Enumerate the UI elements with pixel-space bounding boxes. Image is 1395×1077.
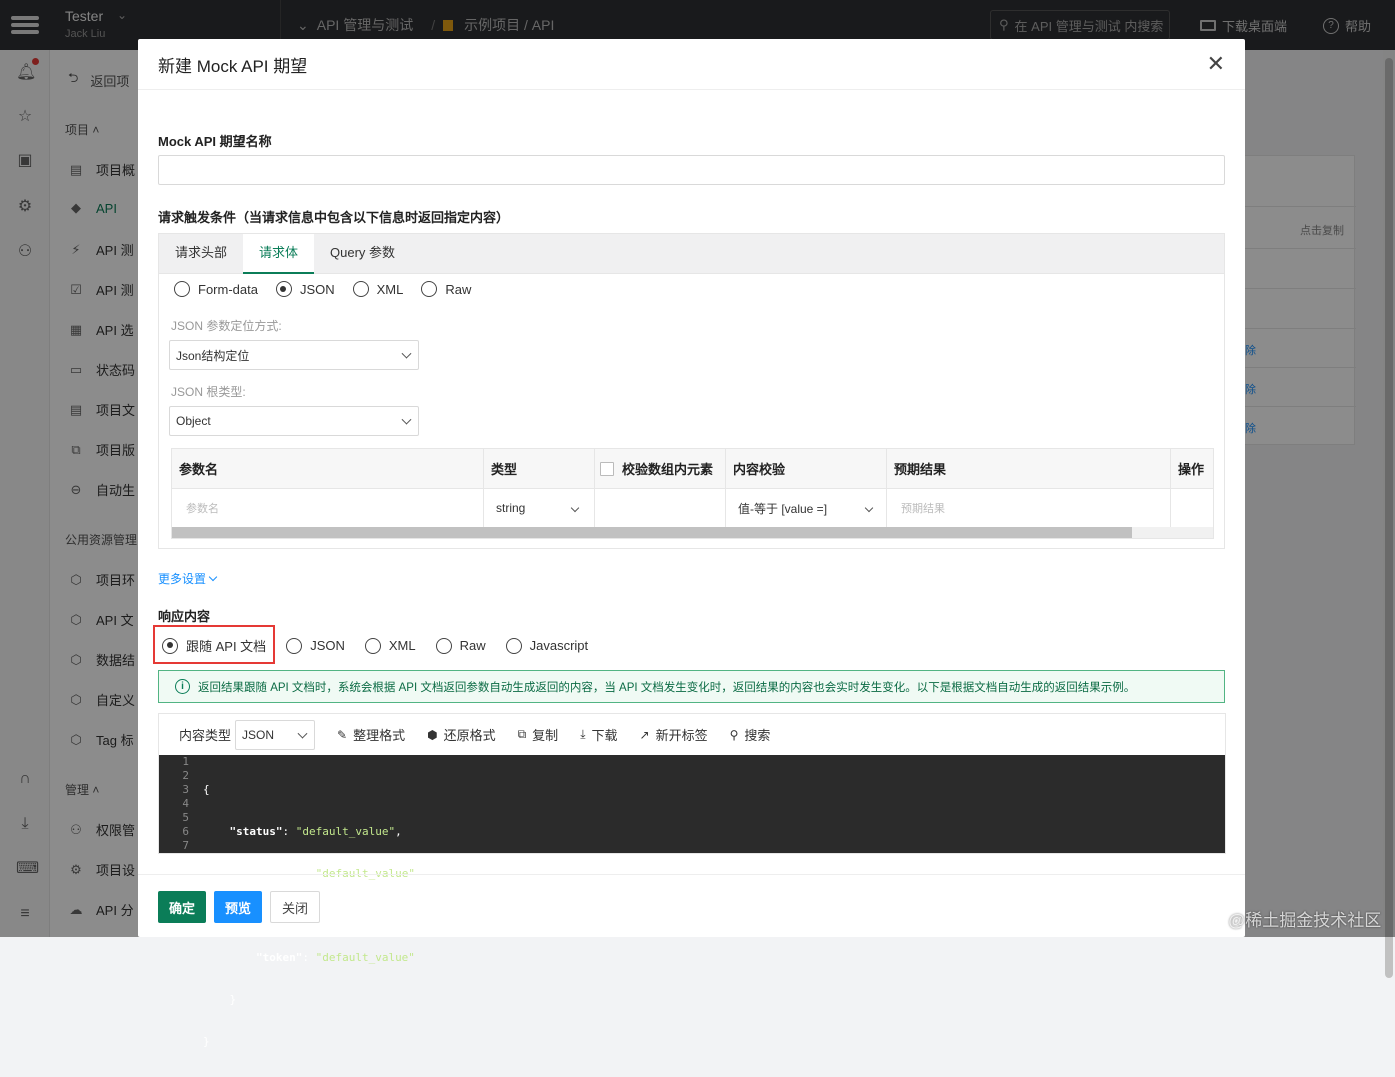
response-type-radios: 跟随 API 文档 JSON XML Raw Javascript [162, 636, 588, 655]
dialog-title: 新建 Mock API 期望 [138, 39, 1245, 90]
search-icon: ⚲ [729, 727, 739, 742]
chevron-down-icon [208, 572, 218, 582]
format-button[interactable]: ✎ 整理格式 [337, 725, 405, 744]
radio-circle [352, 281, 369, 297]
table-scroll-thumb[interactable] [172, 527, 1132, 538]
content-type-select[interactable]: JSON [235, 719, 316, 750]
download-icon: ⤓ [580, 727, 586, 741]
param-check-array-cell [595, 489, 726, 527]
param-type-select[interactable]: string [484, 489, 595, 527]
radio-circle [421, 281, 438, 297]
info-notice: i 返回结果跟随 API 文档时，系统会根据 API 文档返回参数自动生成返回的… [158, 670, 1225, 703]
json-locate-select[interactable]: Json结构定位 [169, 340, 419, 370]
col-header-expected: 预期结果 [887, 449, 1171, 489]
name-label: Mock API 期望名称 [158, 134, 272, 149]
cube-icon: ⬢ [427, 727, 438, 742]
close-icon[interactable]: ✕ [1207, 53, 1225, 75]
radio-form-data[interactable]: Form-data [174, 281, 258, 297]
radio-javascript[interactable]: Javascript [505, 637, 588, 654]
confirm-button[interactable]: 确定 [158, 891, 206, 923]
col-header-check-array: 校验数组内元素 [595, 449, 726, 489]
body-type-radios: Form-data JSON XML Raw [174, 281, 471, 297]
radio-circle [435, 637, 452, 654]
tab-body[interactable]: 请求体 [243, 234, 315, 274]
json-locate-label: JSON 参数定位方式: [171, 319, 282, 333]
chevron-down-icon [297, 728, 308, 739]
more-settings-link[interactable]: 更多设置 [158, 570, 218, 587]
info-icon: i [175, 679, 190, 694]
dialog-footer: 确定 预览 关闭 [138, 874, 1245, 937]
col-header-type: 类型 [484, 449, 595, 489]
close-button[interactable]: 关闭 [270, 891, 320, 923]
content-type-group: 内容类型 JSON [179, 719, 316, 750]
json-root-label: JSON 根类型: [171, 385, 246, 399]
copy-icon: ⧉ [517, 727, 527, 741]
radio-circle [364, 637, 381, 654]
content-check-select[interactable]: 值-等于 [value =] [726, 489, 887, 527]
trigger-label: 请求触发条件（当请求信息中包含以下信息时返回指定内容） [158, 210, 510, 225]
restore-format-button[interactable]: ⬢ 还原格式 [427, 725, 496, 744]
col-header-name: 参数名 [172, 449, 484, 489]
expected-result-input[interactable]: 预期结果 [887, 489, 1171, 527]
radio-circle [505, 637, 522, 654]
open-new-tab-button[interactable]: ↗ 新开标签 [640, 725, 708, 744]
param-action-cell [1171, 489, 1213, 527]
code-editor[interactable]: 1 2 3 4 5 6 7 { "status": "default_value… [159, 755, 1225, 1048]
chevron-down-icon [570, 503, 580, 513]
chevron-down-icon [401, 414, 412, 425]
download-button[interactable]: ⤓ 下载 [580, 725, 617, 744]
chevron-down-icon [401, 348, 412, 359]
col-header-content-check: 内容校验 [726, 449, 887, 489]
radio-follow-api-doc[interactable]: 跟随 API 文档 [162, 636, 266, 655]
col-header-action: 操作 [1171, 449, 1213, 489]
mock-expectation-dialog: 新建 Mock API 期望 ✕ Mock API 期望名称 请求触发条件（当请… [138, 39, 1245, 1048]
preview-button[interactable]: 预览 [214, 891, 262, 923]
line-gutter: 1 2 3 4 5 6 7 [159, 755, 201, 853]
search-button[interactable]: ⚲ 搜索 [730, 725, 771, 744]
response-label: 响应内容 [158, 609, 211, 624]
tab-headers[interactable]: 请求头部 [159, 234, 243, 273]
radio-circle [286, 637, 303, 654]
json-root-select[interactable]: Object [169, 406, 419, 436]
radio-xml[interactable]: XML [352, 281, 403, 297]
copy-button[interactable]: ⧉ 复制 [518, 725, 559, 744]
params-table: 参数名 类型 校验数组内元素 内容校验 预期结果 操作 参数名 string 值… [171, 448, 1214, 539]
radio-circle [174, 281, 190, 297]
radio-json[interactable]: JSON [275, 281, 335, 297]
radio-circle-checked [275, 281, 292, 297]
response-editor: 内容类型 JSON ✎ 整理格式 ⬢ 还原格式 ⧉ 复制 ⤓ 下载 ↗ 新开标签 ⚲ 搜索 … [158, 713, 1226, 1048]
param-name-input[interactable]: 参数名 [172, 489, 484, 527]
editor-toolbar: 内容类型 JSON ✎ 整理格式 ⬢ 还原格式 ⧉ 复制 ⤓ 下载 ↗ 新开标签 ⚲ 搜索 [159, 714, 1225, 755]
tab-bar: 请求头部 请求体 Query 参数 [159, 234, 1224, 274]
radio-xml[interactable]: XML [364, 637, 416, 654]
radio-json[interactable]: JSON [286, 637, 345, 654]
radio-raw[interactable]: Raw [435, 637, 486, 654]
brush-icon: ✎ [337, 727, 348, 742]
watermark: @稀土掘金技术社区 [1228, 911, 1382, 930]
check-array-checkbox[interactable] [600, 461, 614, 476]
chevron-down-icon [864, 503, 874, 513]
info-text: 返回结果跟随 API 文档时，系统会根据 API 文档返回参数自动生成返回的内容… [198, 681, 1136, 694]
radio-circle-checked [162, 637, 178, 654]
expectation-name-input[interactable] [158, 155, 1225, 185]
radio-raw[interactable]: Raw [421, 281, 471, 297]
tab-query[interactable]: Query 参数 [314, 234, 411, 273]
content-type-label: 内容类型 [179, 728, 232, 743]
trigger-conditions: 请求头部 请求体 Query 参数 Form-data JSON XML Raw… [158, 233, 1225, 549]
external-link-icon: ↗ [639, 727, 650, 742]
